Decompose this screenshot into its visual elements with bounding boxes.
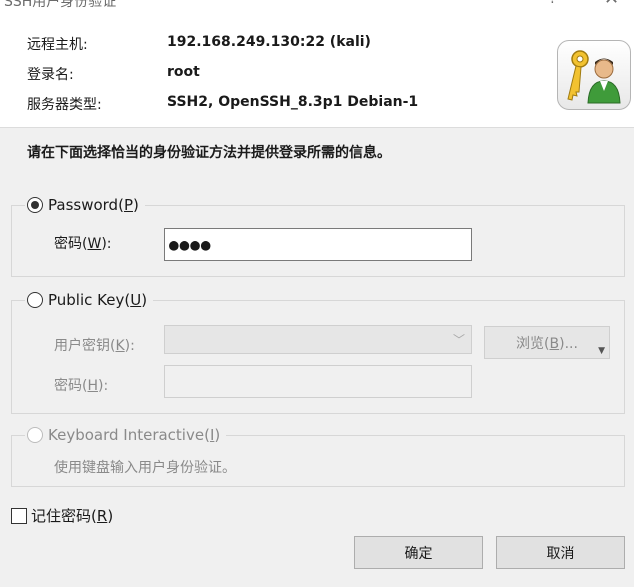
password-radio[interactable]: Password(P) xyxy=(25,196,145,214)
public-key-radio-button[interactable] xyxy=(27,292,43,308)
user-key-label: 用户密钥(K): xyxy=(54,338,135,354)
window-title: SSH用户身份验证 xyxy=(4,0,117,10)
browse-button[interactable]: 浏览(B)... ▼ xyxy=(484,326,610,359)
keyboard-interactive-radio[interactable]: Keyboard Interactive(I) xyxy=(25,426,227,444)
keyboard-interactive-radio-button[interactable] xyxy=(27,427,43,443)
title-bar: SSH用户身份验证 ? ✕ xyxy=(0,0,634,18)
remember-password-checkbox-box[interactable] xyxy=(11,507,27,524)
remote-host-label: 远程主机: xyxy=(27,37,88,53)
password-auth-group: 密码(W): ●●●● xyxy=(11,205,625,277)
close-button[interactable]: ✕ xyxy=(604,0,619,9)
dropdown-arrow-icon: ▼ xyxy=(598,346,605,356)
key-user-icon xyxy=(557,40,631,110)
server-type-label: 服务器类型: xyxy=(27,97,102,113)
keyboard-interactive-radio-label: Keyboard Interactive(I) xyxy=(48,426,221,444)
server-type-value: SSH2, OpenSSH_8.3p1 Debian-1 xyxy=(167,94,419,110)
login-name-value: root xyxy=(167,64,200,80)
remember-password-label: 记住密码(R) xyxy=(31,507,114,525)
user-key-select[interactable]: ﹀ xyxy=(164,325,472,354)
password-field-label: 密码(W): xyxy=(54,236,112,252)
password-radio-button[interactable] xyxy=(27,197,43,213)
connection-info-panel: 远程主机: 192.168.249.130:22 (kali) 登录名: roo… xyxy=(0,18,634,128)
remember-password-checkbox[interactable]: 记住密码(R) xyxy=(11,505,113,526)
remote-host-value: 192.168.249.130:22 (kali) xyxy=(167,34,371,50)
login-name-label: 登录名: xyxy=(27,67,74,83)
password-input[interactable]: ●●●● xyxy=(164,228,472,261)
public-key-radio-label: Public Key(U) xyxy=(48,291,148,309)
public-key-auth-group: 用户密钥(K): ﹀ 浏览(B)... ▼ 密码(H): xyxy=(11,300,625,414)
passphrase-label: 密码(H): xyxy=(54,378,109,394)
public-key-radio[interactable]: Public Key(U) xyxy=(25,291,154,309)
ok-button[interactable]: 确定 xyxy=(354,536,483,569)
help-button[interactable]: ? xyxy=(549,0,556,7)
cancel-button[interactable]: 取消 xyxy=(496,536,625,569)
keyboard-interactive-description: 使用键盘输入用户身份验证。 xyxy=(54,460,236,476)
chevron-down-icon: ﹀ xyxy=(452,333,465,347)
instruction-text: 请在下面选择恰当的身份验证方法并提供登录所需的信息。 xyxy=(27,145,391,161)
password-radio-label: Password(P) xyxy=(48,196,139,214)
passphrase-input[interactable] xyxy=(164,365,472,398)
